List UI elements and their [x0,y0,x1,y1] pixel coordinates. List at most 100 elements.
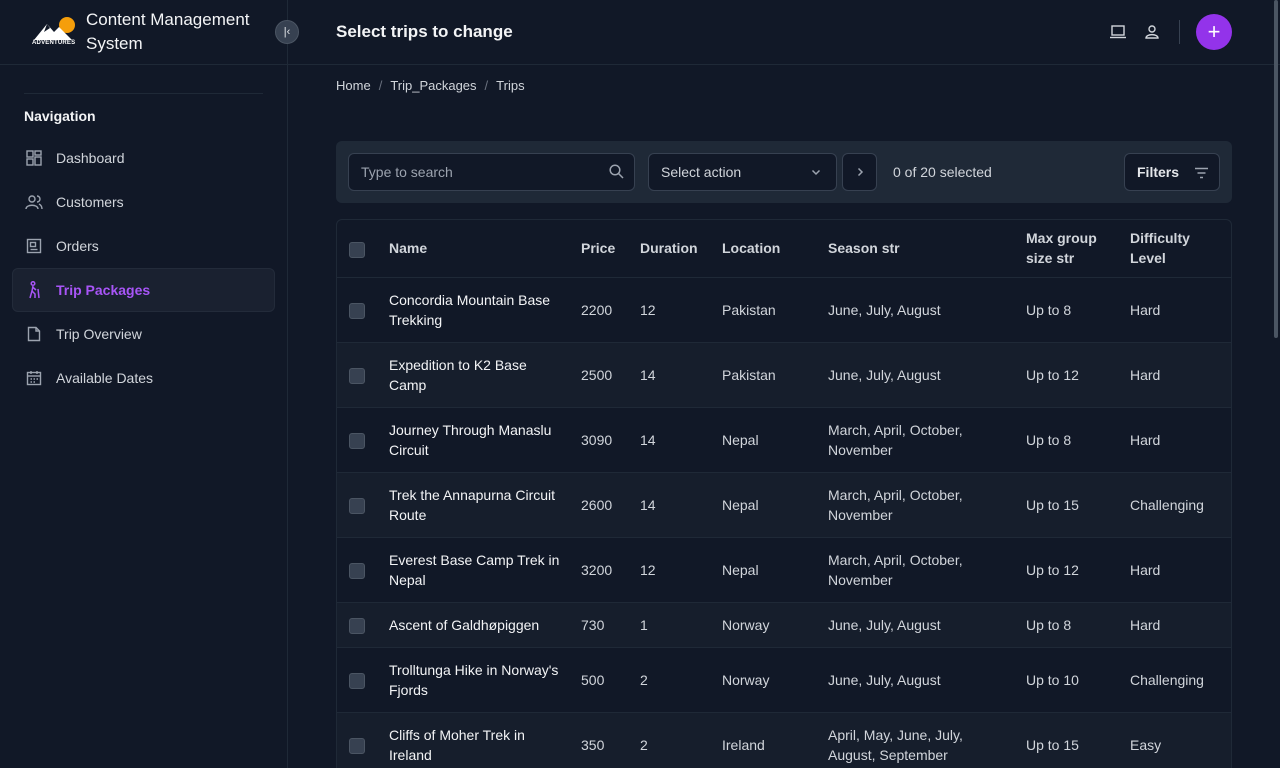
trip-price: 3090 [573,407,632,473]
sidebar-item-label: Orders [56,238,99,254]
trip-price: 730 [573,602,632,648]
page-scrollbar[interactable] [1274,0,1278,338]
column-header-season[interactable]: Season str [820,220,1018,278]
dashboard-icon [25,149,43,167]
trip-season: April, May, June, July, August, Septembe… [820,712,1018,768]
table-row[interactable]: Trolltunga Hike in Norway's Fjords 500 2 No… [337,647,1231,713]
trip-difficulty: Challenging [1122,647,1231,713]
filters-label: Filters [1137,164,1180,180]
hiker-icon [25,281,43,299]
header-actions: + [1101,14,1232,50]
trip-max-group: Up to 8 [1018,277,1122,343]
filters-button[interactable]: Filters [1124,153,1220,191]
trip-location: Pakistan [714,277,820,343]
trip-max-group: Up to 15 [1018,472,1122,538]
action-select-value: Select action [661,164,742,180]
trip-price: 500 [573,647,632,713]
breadcrumb-home[interactable]: Home [336,78,371,93]
row-select-cell [337,407,381,473]
table-row[interactable]: Journey Through Manaslu Circuit 3090 14 Nep… [337,407,1231,473]
trip-name[interactable]: Trek the Annapurna Circuit Route [381,472,573,538]
sidebar-item-dashboard[interactable]: Dashboard [12,136,275,180]
trip-location: Pakistan [714,342,820,408]
column-header-max-group[interactable]: Max group size str [1018,220,1122,278]
row-checkbox[interactable] [349,497,365,514]
sidebar-item-trip-overview[interactable]: Trip Overview [12,312,275,356]
column-header-difficulty[interactable]: Difficulty Level [1122,220,1231,278]
action-select[interactable]: Select action [648,153,837,191]
collapse-sidebar-button[interactable]: |‹ [275,20,299,44]
table-row[interactable]: Expedition to K2 Base Camp 2500 14 Pakistan… [337,342,1231,408]
sidebar-item-label: Trip Packages [56,282,151,298]
breadcrumb-trip-packages[interactable]: Trip_Packages [390,78,476,93]
laptop-icon [1110,25,1126,39]
run-action-button[interactable] [842,153,877,191]
trip-difficulty: Hard [1122,537,1231,603]
trip-name[interactable]: Cliffs of Moher Trek in Ireland [381,712,573,768]
chevron-down-icon [810,165,822,181]
list-toolbar: Select action 0 of 20 selected Filters [336,141,1232,203]
trip-duration: 12 [632,277,714,343]
brand-title: Content Management System [86,10,250,53]
trip-max-group: Up to 15 [1018,712,1122,768]
plus-icon: + [1207,19,1221,44]
sidebar-item-available-dates[interactable]: Available Dates [12,356,275,400]
add-trip-button[interactable]: + [1196,14,1232,50]
trip-name[interactable]: Trolltunga Hike in Norway's Fjords [381,647,573,713]
brand-logo-text: ADVENTURES [32,40,76,46]
sidebar-divider [24,93,263,94]
row-checkbox[interactable] [349,302,365,319]
row-checkbox[interactable] [349,672,365,689]
trip-difficulty: Hard [1122,277,1231,343]
nav-title: Navigation [24,108,96,124]
column-header-location[interactable]: Location [714,220,820,278]
trip-name[interactable]: Journey Through Manaslu Circuit [381,407,573,473]
trips-table-container: Name Price Duration Location Season str … [336,219,1232,768]
select-all-checkbox[interactable] [349,241,365,258]
table-row[interactable]: Ascent of Galdhøpiggen 730 1 Norway June, Ju… [337,602,1231,648]
trip-price: 2200 [573,277,632,343]
trip-price: 2500 [573,342,632,408]
trip-name[interactable]: Expedition to K2 Base Camp [381,342,573,408]
theme-toggle-button[interactable] [1101,14,1135,50]
row-checkbox[interactable] [349,617,365,634]
sidebar-item-orders[interactable]: Orders [12,224,275,268]
table-row[interactable]: Everest Base Camp Trek in Nepal 3200 12 Nep… [337,537,1231,603]
user-menu-button[interactable] [1135,14,1169,50]
row-checkbox[interactable] [349,432,365,449]
table-row[interactable]: Cliffs of Moher Trek in Ireland 350 2 Irela… [337,712,1231,768]
brand: ADVENTURES Content Management System |‹ [0,0,299,65]
select-all-cell [337,220,381,278]
trip-difficulty: Easy [1122,712,1231,768]
column-header-name[interactable]: Name [381,220,573,278]
sidebar-item-trip-packages[interactable]: Trip Packages [12,268,275,312]
row-checkbox[interactable] [349,562,365,579]
trip-location: Nepal [714,472,820,538]
trip-season: June, July, August [820,602,1018,648]
trip-max-group: Up to 8 [1018,602,1122,648]
trip-name[interactable]: Concordia Mountain Base Trekking [381,277,573,343]
trip-difficulty: Hard [1122,407,1231,473]
trip-season: June, July, August [820,277,1018,343]
filter-icon [1194,166,1209,182]
search-box [348,153,635,191]
table-body: Concordia Mountain Base Trekking 2200 12 Pa… [337,277,1231,768]
trip-duration: 14 [632,472,714,538]
trip-name[interactable]: Everest Base Camp Trek in Nepal [381,537,573,603]
header-divider [1179,20,1180,44]
breadcrumb-current: Trips [496,78,525,93]
trip-season: March, April, October, November [820,407,1018,473]
trip-duration: 12 [632,537,714,603]
column-header-price[interactable]: Price [573,220,632,278]
search-input[interactable] [361,164,591,180]
column-header-duration[interactable]: Duration [632,220,714,278]
sidebar-item-customers[interactable]: Customers [12,180,275,224]
trip-name[interactable]: Ascent of Galdhøpiggen [381,602,573,648]
row-checkbox[interactable] [349,367,365,384]
table-row[interactable]: Concordia Mountain Base Trekking 2200 12 Pa… [337,277,1231,343]
search-icon[interactable] [609,164,624,182]
document-icon [25,325,43,343]
table-row[interactable]: Trek the Annapurna Circuit Route 2600 14 Ne… [337,472,1231,538]
row-checkbox[interactable] [349,737,365,754]
brand-logo[interactable]: ADVENTURES [32,17,78,47]
